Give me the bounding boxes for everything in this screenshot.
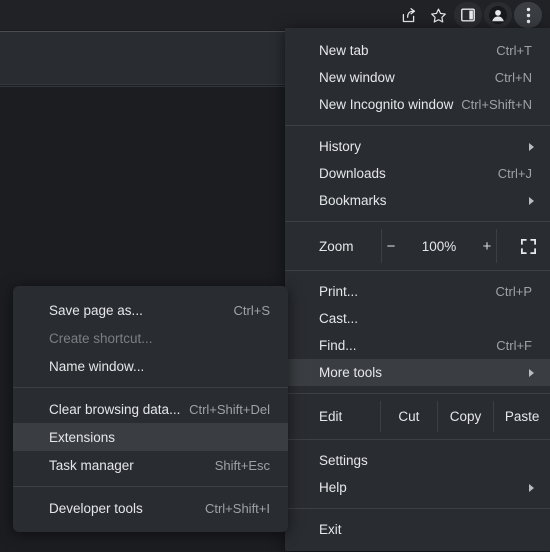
menu-item-label: Downloads [319,166,386,181]
chevron-right-icon [529,196,534,205]
menu-edit-row: Edit Cut Copy Paste [285,401,550,432]
menu-item-label: Developer tools [49,500,143,516]
menu-item-label: New tab [319,43,369,58]
submenu-item-clear-browsing-data[interactable]: Clear browsing data... Ctrl+Shift+Del [13,395,288,423]
menu-item-accelerator: Shift+Esc [214,457,270,473]
menu-item-label: Extensions [49,429,116,445]
menu-item-bookmarks[interactable]: Bookmarks [285,187,550,214]
zoom-controls: − 100% + [381,229,497,263]
menu-item-label: Task manager [49,457,134,473]
menu-item-accelerator: Ctrl+Shift+Del [189,401,270,417]
menu-item-find[interactable]: Find... Ctrl+F [285,332,550,359]
edit-paste-button[interactable]: Paste [494,401,550,432]
page-content-panel [0,31,286,85]
menu-item-label: Exit [319,522,342,537]
chevron-right-icon [529,483,534,492]
three-dot-menu-icon[interactable] [514,2,542,28]
menu-item-more-tools[interactable]: More tools [285,359,550,386]
menu-separator [13,486,288,487]
menu-item-label: Settings [319,453,368,468]
menu-zoom-row[interactable]: Zoom − 100% + [285,229,550,263]
zoom-label: Zoom [319,238,354,254]
menu-item-label: Bookmarks [319,193,387,208]
menu-item-accelerator: Ctrl+J [497,166,532,181]
menu-item-label: Save page as... [49,302,143,318]
browser-toolbar [0,0,550,30]
menu-separator [13,387,288,388]
chevron-right-icon [529,142,534,151]
menu-separator [285,221,550,222]
menu-item-accelerator: Ctrl+F [496,338,532,353]
side-panel-icon[interactable] [454,2,482,28]
menu-item-cast[interactable]: Cast... [285,305,550,332]
page-content-divider [0,86,286,87]
menu-item-label: Create shortcut... [49,330,153,346]
menu-item-accelerator: Ctrl+Shift+N [461,97,532,112]
submenu-item-name-window[interactable]: Name window... [13,352,288,380]
submenu-item-developer-tools[interactable]: Developer tools Ctrl+Shift+I [13,494,288,522]
submenu-item-create-shortcut: Create shortcut... [13,324,288,352]
menu-separator [285,508,550,509]
menu-separator [285,125,550,126]
edit-label: Edit [285,401,381,432]
menu-item-exit[interactable]: Exit [285,516,550,543]
menu-item-label: History [319,139,362,154]
chrome-main-menu[interactable]: New tab Ctrl+T New window Ctrl+N New Inc… [285,28,550,551]
menu-item-label: Cast... [319,311,359,326]
menu-item-label: More tools [319,365,383,380]
bookmark-star-icon[interactable] [424,2,452,28]
menu-item-label: Help [319,480,347,495]
menu-item-settings[interactable]: Settings [285,447,550,474]
menu-item-help[interactable]: Help [285,474,550,501]
menu-item-label: New Incognito window [319,97,454,112]
menu-item-accelerator: Ctrl+S [233,302,270,318]
fullscreen-icon[interactable] [497,229,550,263]
more-tools-submenu[interactable]: Save page as... Ctrl+S Create shortcut..… [13,286,288,532]
menu-item-new-tab[interactable]: New tab Ctrl+T [285,37,550,64]
edit-copy-button[interactable]: Copy [438,401,495,432]
edit-cut-button[interactable]: Cut [381,401,438,432]
menu-item-accelerator: Ctrl+T [496,43,532,58]
menu-item-history[interactable]: History [285,133,550,160]
menu-item-accelerator: Ctrl+N [494,70,532,85]
zoom-out-button[interactable]: − [382,238,400,255]
submenu-item-extensions[interactable]: Extensions [13,423,288,451]
submenu-item-task-manager[interactable]: Task manager Shift+Esc [13,451,288,479]
menu-item-label: Print... [319,284,359,299]
menu-separator [285,270,550,271]
menu-separator [285,393,550,394]
menu-item-label: Clear browsing data... [49,401,181,417]
menu-item-accelerator: Ctrl+P [495,284,532,299]
share-icon[interactable] [394,2,422,28]
profile-avatar-icon[interactable] [484,2,512,28]
menu-item-new-window[interactable]: New window Ctrl+N [285,64,550,91]
menu-item-print[interactable]: Print... Ctrl+P [285,278,550,305]
chevron-right-icon [529,368,534,377]
menu-item-downloads[interactable]: Downloads Ctrl+J [285,160,550,187]
toolbar-icon-group [394,2,542,28]
zoom-in-button[interactable]: + [478,238,496,255]
menu-item-label: Find... [319,338,357,353]
menu-item-label: Name window... [49,358,145,374]
submenu-item-save-page-as[interactable]: Save page as... Ctrl+S [13,296,288,324]
menu-item-label: New window [319,70,395,85]
menu-separator [285,439,550,440]
menu-item-accelerator: Ctrl+Shift+I [204,500,270,516]
zoom-level-value: 100% [421,238,457,254]
browser-screenshot: PPUALS wsxdn.com [0,0,550,552]
menu-item-new-incognito-window[interactable]: New Incognito window Ctrl+Shift+N [285,91,550,118]
